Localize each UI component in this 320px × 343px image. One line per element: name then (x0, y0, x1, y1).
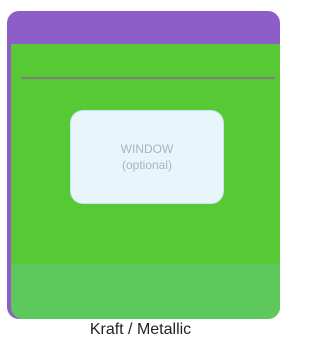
window-optional-label: (optional) (121, 158, 173, 172)
window-label: WINDOW (120, 142, 174, 156)
packaging-preview: WINDOW (optional) Kraft / Metallic (0, 0, 281, 343)
material-caption: Kraft / Metallic (89, 321, 192, 338)
window-area: WINDOW (optional) (71, 111, 223, 203)
fold-line (21, 77, 275, 79)
bottom-gusset (11, 264, 280, 319)
bag-front-panel: WINDOW (optional) (11, 44, 280, 319)
bag-mockup: WINDOW (optional) (7, 11, 280, 319)
